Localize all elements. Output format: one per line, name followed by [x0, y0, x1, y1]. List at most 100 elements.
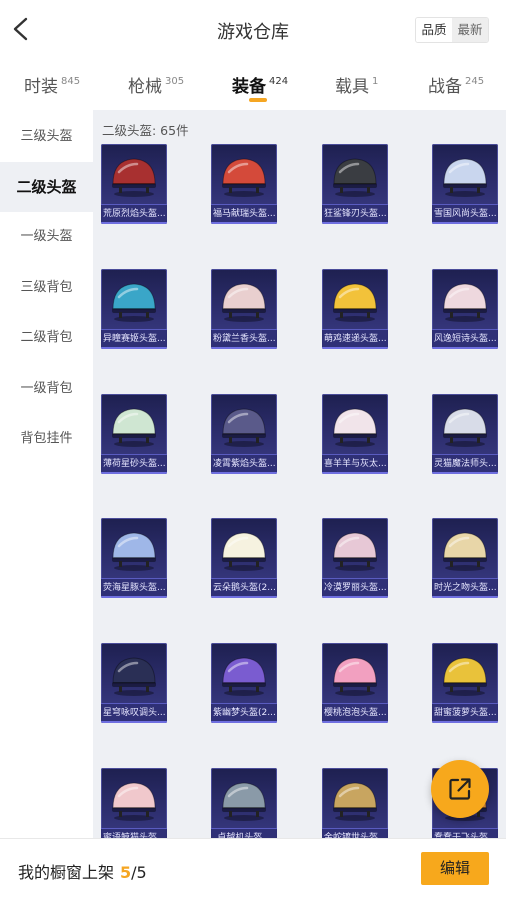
quality-bar	[322, 222, 388, 224]
helmet-red-icon	[112, 158, 156, 197]
item-card[interactable]: 灵猫魔法师头...	[432, 394, 498, 474]
sort-by-quality-button[interactable]: 品质	[416, 18, 452, 42]
top-bar: 游戏仓库 品质 最新	[0, 0, 506, 62]
item-card[interactable]: 风逸短诗头盔...	[432, 269, 498, 349]
item-name: 荒原烈焰头盔...	[101, 204, 167, 224]
showcase-total: 5	[136, 863, 147, 882]
tab-outfit[interactable]: 时装 845	[24, 72, 80, 97]
helmet-white-icon	[443, 283, 487, 322]
sidebar-item-level2-helmet[interactable]: 二级头盔	[0, 162, 93, 212]
item-name: 紫幽梦头盔(2...	[211, 703, 277, 723]
item-card[interactable]: 卓越机头盔...	[211, 768, 277, 838]
quality-bar	[432, 347, 498, 349]
sort-by-newest-button[interactable]: 最新	[452, 18, 488, 42]
sidebar-item-level1-helmet[interactable]: 一级头盔	[0, 212, 93, 262]
quality-bar	[101, 472, 167, 474]
helmet-cat-icon	[443, 408, 487, 447]
helmet-lolita-icon	[333, 532, 377, 571]
item-name: 风逸短诗头盔...	[432, 329, 498, 349]
share-floating-button[interactable]	[431, 760, 489, 818]
helmet-goose-icon	[222, 532, 266, 571]
item-card[interactable]: 粉黛兰香头盔...	[211, 269, 277, 349]
sidebar-item-level2-backpack[interactable]: 二级背包	[0, 313, 93, 363]
tab-label: 战备	[428, 77, 462, 97]
sidebar-item-level1-backpack[interactable]: 一级背包	[0, 364, 93, 414]
item-card[interactable]: 冷漠罗丽头盔...	[322, 518, 388, 598]
helmet-dolphin-icon	[112, 532, 156, 571]
section-title: 二级头盔: 65件	[102, 123, 189, 138]
quality-bar	[322, 721, 388, 723]
item-card[interactable]: 樱桃泡泡头盔...	[322, 643, 388, 723]
helmet-red-icon	[222, 158, 266, 197]
quality-bar	[211, 596, 277, 598]
helmet-gold-icon	[443, 532, 487, 571]
quality-bar	[211, 222, 277, 224]
item-card[interactable]: 萌鸡速递头盔...	[322, 269, 388, 349]
item-name: 云朵鹅头盔(2...	[211, 578, 277, 598]
item-card[interactable]: 狂鲨锋刃头盔...	[322, 144, 388, 224]
helmet-silver-icon	[222, 782, 266, 821]
helmet-pineapple-icon	[443, 657, 487, 696]
sidebar-item-level3-helmet[interactable]: 三级头盔	[0, 112, 93, 162]
tab-supplies[interactable]: 战备 245	[428, 72, 484, 97]
quality-bar	[432, 721, 498, 723]
quality-bar	[432, 222, 498, 224]
tab-count: 245	[465, 76, 485, 87]
tab-label: 时装	[24, 77, 58, 97]
tab-equipment[interactable]: 装备 424	[232, 72, 288, 97]
sort-toggle: 品质 最新	[415, 17, 489, 43]
sidebar-item-backpack-charm[interactable]: 背包挂件	[0, 414, 93, 464]
quality-bar	[101, 721, 167, 723]
item-name: 甜蜜菠萝头盔...	[432, 703, 498, 723]
tab-vehicles[interactable]: 载具 1	[335, 72, 378, 97]
item-name: 金蛇镀世头盔...	[322, 828, 388, 838]
item-name: 喜羊羊与灰太...	[322, 454, 388, 474]
helmet-violet-icon	[222, 657, 266, 696]
helmet-snake-icon	[333, 782, 377, 821]
helmet-chick-icon	[333, 283, 377, 322]
item-card[interactable]: 星穹咏叹调头...	[101, 643, 167, 723]
quality-bar	[432, 472, 498, 474]
helmet-pink-icon	[222, 283, 266, 322]
item-card[interactable]: 荒原烈焰头盔...	[101, 144, 167, 224]
subcategory-sidebar: 三级头盔 二级头盔 一级头盔 三级背包 二级背包 一级背包 背包挂件	[0, 110, 93, 838]
item-name: 蠢蠢于飞头盔...	[432, 828, 498, 838]
item-name: 异瞳赛姬头盔...	[101, 329, 167, 349]
item-card[interactable]: 薄荷星砂头盔...	[101, 394, 167, 474]
item-name: 时光之吻头盔...	[432, 578, 498, 598]
item-name: 萌鸡速递头盔...	[322, 329, 388, 349]
item-card[interactable]: 荧海星豚头盔...	[101, 518, 167, 598]
item-card[interactable]: 甜蜜菠萝头盔...	[432, 643, 498, 723]
tab-label: 装备	[232, 77, 266, 97]
edit-button[interactable]: 编辑	[421, 852, 489, 885]
item-card[interactable]: 蜜语鲸猫头盔...	[101, 768, 167, 838]
quality-bar	[322, 347, 388, 349]
item-card[interactable]: 凌霄紫焰头盔...	[211, 394, 277, 474]
item-card[interactable]: 异瞳赛姬头盔...	[101, 269, 167, 349]
helmet-pig-icon	[333, 657, 377, 696]
item-card[interactable]: 喜羊羊与灰太...	[322, 394, 388, 474]
item-card[interactable]: 雪国风尚头盔...	[432, 144, 498, 224]
tab-weapons[interactable]: 枪械 305	[128, 72, 184, 97]
item-card[interactable]: 时光之吻头盔...	[432, 518, 498, 598]
helmet-snow-icon	[443, 158, 487, 197]
quality-bar	[211, 347, 277, 349]
helmet-navy-icon	[112, 657, 156, 696]
tab-count: 1	[372, 76, 379, 87]
tab-count: 845	[61, 76, 81, 87]
quality-bar	[211, 721, 277, 723]
item-card[interactable]: 紫幽梦头盔(2...	[211, 643, 277, 723]
active-tab-indicator	[249, 98, 267, 102]
helmet-shark-icon	[333, 158, 377, 197]
sidebar-item-level3-backpack[interactable]: 三级背包	[0, 263, 93, 313]
quality-bar	[101, 222, 167, 224]
tab-count: 424	[269, 76, 289, 87]
item-card[interactable]: 福马献瑞头盔...	[211, 144, 277, 224]
showcase-label: 我的橱窗上架	[18, 863, 115, 882]
item-name: 星穹咏叹调头...	[101, 703, 167, 723]
showcase-status: 我的橱窗上架 5/5	[18, 859, 147, 883]
item-card[interactable]: 云朵鹅头盔(2...	[211, 518, 277, 598]
helmet-teal-icon	[112, 283, 156, 322]
item-name: 福马献瑞头盔...	[211, 204, 277, 224]
item-card[interactable]: 金蛇镀世头盔...	[322, 768, 388, 838]
